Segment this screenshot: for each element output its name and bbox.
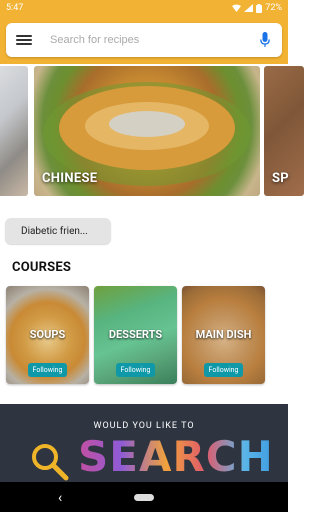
following-button[interactable]: Following: [203, 363, 244, 377]
status-bar: 5:47 72%: [0, 0, 288, 16]
course-card-desserts[interactable]: DESSERTS Following: [94, 286, 177, 384]
banner-title: SEARCH: [78, 432, 274, 481]
app-header: [0, 16, 288, 64]
filter-chip-diabetic[interactable]: Diabetic frien...: [5, 218, 111, 244]
status-time: 5:47: [6, 3, 24, 13]
system-nav-bar: ‹: [0, 482, 288, 512]
carousel-label: CHINESE: [42, 171, 98, 186]
category-carousel[interactable]: CHINESE SP: [0, 66, 304, 196]
search-bar: [6, 23, 282, 57]
course-label: MAIN DISH: [195, 328, 252, 341]
home-pill[interactable]: [134, 493, 154, 501]
carousel-label-next: SP: [272, 171, 289, 186]
battery-icon: [256, 3, 263, 13]
courses-row: SOUPS Following DESSERTS Following MAIN …: [6, 286, 288, 384]
banner-title-text: SEARCH: [78, 432, 274, 481]
carousel-slide-chinese[interactable]: CHINESE: [34, 66, 260, 196]
section-title-courses: COURSES: [12, 260, 72, 275]
status-icons: 72%: [232, 3, 282, 13]
course-card-main-dish[interactable]: MAIN DISH Following: [182, 286, 265, 384]
course-card-soups[interactable]: SOUPS Following: [6, 286, 89, 384]
mic-icon[interactable]: [258, 31, 272, 49]
carousel-slide-previous[interactable]: [0, 66, 28, 196]
search-input[interactable]: [50, 34, 258, 46]
carousel-slide-next[interactable]: SP: [264, 66, 304, 196]
magnifier-icon: [32, 444, 69, 481]
battery-level: 72%: [265, 3, 282, 13]
course-label: DESSERTS: [108, 328, 163, 341]
wifi-icon: [232, 4, 242, 12]
menu-icon[interactable]: [16, 33, 32, 47]
signal-icon: [244, 4, 254, 12]
following-button[interactable]: Following: [115, 363, 156, 377]
search-promo-banner[interactable]: WOULD YOU LIKE TO SEARCH: [0, 404, 288, 482]
banner-subtitle: WOULD YOU LIKE TO: [93, 421, 195, 431]
back-icon[interactable]: ‹: [58, 490, 62, 506]
following-button[interactable]: Following: [27, 363, 68, 377]
course-label: SOUPS: [29, 328, 66, 341]
